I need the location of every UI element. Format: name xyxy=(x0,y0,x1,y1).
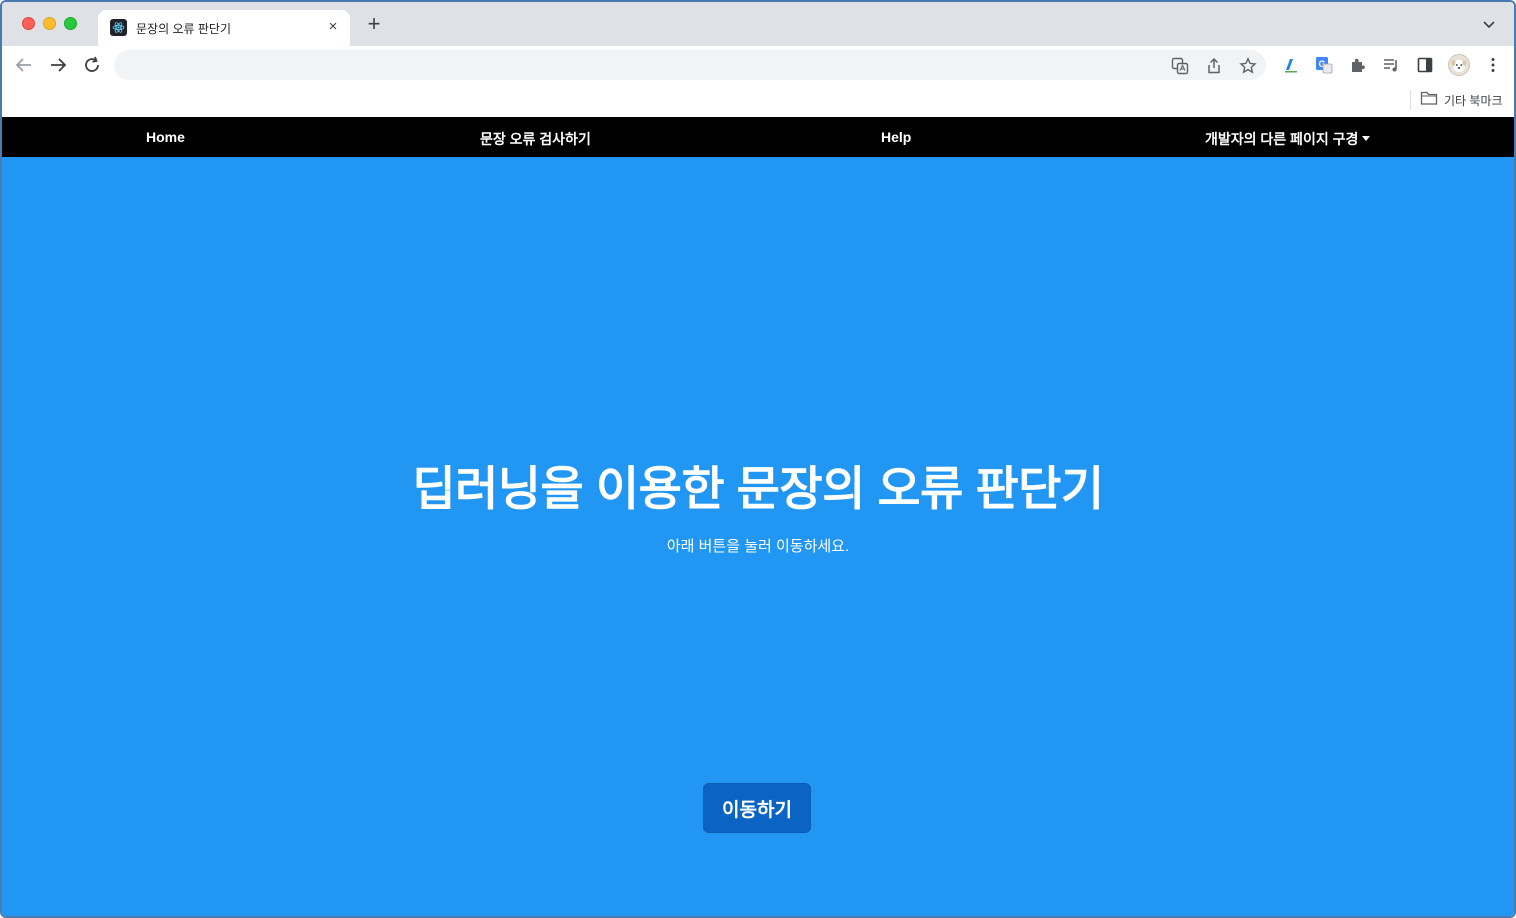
page-subtitle: 아래 버튼을 눌러 이동하세요. xyxy=(666,538,850,555)
puzzle-icon[interactable] xyxy=(1349,56,1367,74)
nav-link-home[interactable]: Home xyxy=(146,129,185,145)
media-icon[interactable] xyxy=(1382,56,1400,74)
react-icon xyxy=(110,19,127,36)
bookmark-folder-other[interactable]: 기타 북마크 xyxy=(1420,90,1503,110)
side-panel-icon[interactable] xyxy=(1416,56,1434,74)
bookmark-folder-label: 기타 북마크 xyxy=(1444,93,1503,108)
extension-papago-icon[interactable] xyxy=(1282,56,1300,74)
nav-dropdown-developer-pages[interactable]: 개발자의 다른 페이지 구경 xyxy=(1205,129,1371,149)
tab-strip: 문장의 오류 판단기 × + xyxy=(2,2,1514,46)
folder-icon xyxy=(1420,90,1438,111)
avatar[interactable] xyxy=(1448,54,1470,76)
site-navbar: Home 문장 오류 검사하기 Help 개발자의 다른 페이지 구경 xyxy=(2,117,1514,157)
address-bar[interactable] xyxy=(114,50,1266,80)
nav-dropdown-label: 개발자의 다른 페이지 구경 xyxy=(1205,131,1359,147)
web-page: Home 문장 오류 검사하기 Help 개발자의 다른 페이지 구경 딥러닝을… xyxy=(2,117,1514,916)
go-button[interactable]: 이동하기 xyxy=(703,783,811,833)
browser-window: 문장의 오류 판단기 × + G 기타 북마크 Home 문장 오류 검사하기 … xyxy=(0,0,1516,918)
close-window-button[interactable] xyxy=(22,17,35,30)
active-tab[interactable]: 문장의 오류 판단기 × xyxy=(98,10,350,46)
minimize-window-button[interactable] xyxy=(43,17,56,30)
reload-icon[interactable] xyxy=(80,53,104,77)
back-icon[interactable] xyxy=(12,53,36,77)
caret-down-icon xyxy=(1362,136,1371,142)
tab-close-icon[interactable]: × xyxy=(324,18,342,36)
bookmarks-bar: 기타 북마크 xyxy=(2,84,1514,117)
star-icon[interactable] xyxy=(1239,57,1257,75)
chevron-down-icon[interactable] xyxy=(1482,17,1496,31)
nav-link-sentence-check[interactable]: 문장 오류 검사하기 xyxy=(480,129,591,149)
forward-icon[interactable] xyxy=(46,53,70,77)
nav-link-help[interactable]: Help xyxy=(881,129,911,145)
bookmark-separator xyxy=(1410,91,1411,109)
new-tab-button[interactable]: + xyxy=(364,13,384,35)
browser-toolbar: G xyxy=(2,46,1514,84)
translate-icon[interactable] xyxy=(1171,57,1189,75)
page-title: 딥러닝을 이용한 문장의 오류 판단기 xyxy=(412,462,1104,515)
more-icon[interactable] xyxy=(1484,56,1502,74)
extension-google-translate-icon[interactable]: G xyxy=(1315,56,1333,74)
share-icon[interactable] xyxy=(1205,57,1223,75)
tab-title: 문장의 오류 판단기 xyxy=(136,22,231,36)
maximize-window-button[interactable] xyxy=(64,17,77,30)
